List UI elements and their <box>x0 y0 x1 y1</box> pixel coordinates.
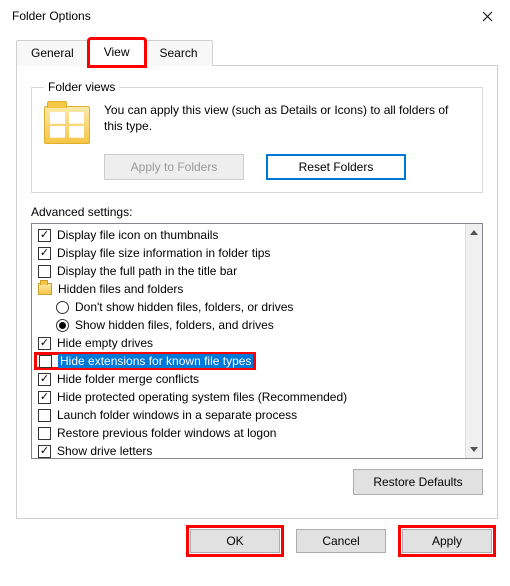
list-check[interactable]: Hide folder merge conflicts <box>32 370 465 388</box>
dialog-button-row: OK Cancel Apply <box>0 519 510 563</box>
list-item-label: Hide empty drives <box>57 336 153 350</box>
list-item-label: Hide protected operating system files (R… <box>57 390 347 404</box>
list-check[interactable]: Hide protected operating system files (R… <box>32 388 465 406</box>
scroll-up-button[interactable] <box>466 224 483 241</box>
checkbox-icon <box>38 229 51 242</box>
list-radio[interactable]: Show hidden files, folders, and drives <box>32 316 465 334</box>
apply-to-folders-button: Apply to Folders <box>104 154 244 180</box>
close-icon <box>482 11 493 22</box>
folder-views-text: You can apply this view (such as Details… <box>104 102 470 144</box>
list-item-label: Show hidden files, folders, and drives <box>75 318 274 332</box>
apply-button[interactable]: Apply <box>402 529 492 553</box>
list-item-label: Hide folder merge conflicts <box>57 372 199 386</box>
cancel-button[interactable]: Cancel <box>296 529 386 553</box>
window-title: Folder Options <box>12 9 91 23</box>
list-item-label: Display file icon on thumbnails <box>57 228 218 242</box>
checkbox-icon <box>39 355 52 368</box>
list-item-label: Show drive letters <box>57 444 152 458</box>
list-item-label: Don't show hidden files, folders, or dri… <box>75 300 293 314</box>
restore-defaults-button[interactable]: Restore Defaults <box>353 469 483 495</box>
list-item-label: Display the full path in the title bar <box>57 264 237 278</box>
list-check[interactable]: Show drive letters <box>32 442 465 458</box>
list-item-label: Launch folder windows in a separate proc… <box>57 408 297 422</box>
folder-views-legend: Folder views <box>44 80 119 94</box>
list-check[interactable]: Restore previous folder windows at logon <box>32 424 465 442</box>
tab-view[interactable]: View <box>89 39 145 66</box>
list-item-label: Display file size information in folder … <box>57 246 270 260</box>
chevron-down-icon <box>470 447 478 452</box>
checkbox-icon <box>38 373 51 386</box>
advanced-settings-list[interactable]: Display file icon on thumbnails Display f… <box>31 223 483 459</box>
tab-search[interactable]: Search <box>145 40 213 66</box>
checkbox-icon <box>38 265 51 278</box>
list-radio[interactable]: Don't show hidden files, folders, or dri… <box>32 298 465 316</box>
list-check[interactable]: Launch folder windows in a separate proc… <box>32 406 465 424</box>
tab-general[interactable]: General <box>16 40 89 66</box>
checkbox-icon <box>38 391 51 404</box>
title-bar: Folder Options <box>0 0 510 32</box>
list-check[interactable]: Display file size information in folder … <box>32 244 465 262</box>
checkbox-icon <box>38 247 51 260</box>
list-check[interactable]: Display file icon on thumbnails <box>32 226 465 244</box>
advanced-settings-label: Advanced settings: <box>31 205 483 219</box>
radio-icon <box>56 301 69 314</box>
checkbox-icon <box>38 427 51 440</box>
scroll-down-button[interactable] <box>466 441 483 458</box>
checkbox-icon <box>38 337 51 350</box>
ok-button[interactable]: OK <box>190 529 280 553</box>
folder-views-group: Folder views You can apply this view (su… <box>31 80 483 193</box>
list-group: Hidden files and folders <box>32 280 465 298</box>
list-item-label: Hidden files and folders <box>58 282 183 296</box>
checkbox-icon <box>38 409 51 422</box>
folder-icon <box>38 283 52 295</box>
folder-icon <box>44 106 90 144</box>
tab-strip: General View Search <box>0 32 510 65</box>
list-item-label: Hide extensions for known file types <box>58 354 253 368</box>
scrollbar[interactable] <box>465 224 482 458</box>
list-check[interactable]: Hide extensions for known file types <box>32 352 465 370</box>
list-check[interactable]: Hide empty drives <box>32 334 465 352</box>
reset-folders-button[interactable]: Reset Folders <box>266 154 406 180</box>
chevron-up-icon <box>470 230 478 235</box>
radio-icon <box>56 319 69 332</box>
checkbox-icon <box>38 445 51 458</box>
tab-panel-view: Folder views You can apply this view (su… <box>16 65 498 519</box>
list-item-label: Restore previous folder windows at logon <box>57 426 276 440</box>
list-check[interactable]: Display the full path in the title bar <box>32 262 465 280</box>
close-button[interactable] <box>464 0 510 32</box>
